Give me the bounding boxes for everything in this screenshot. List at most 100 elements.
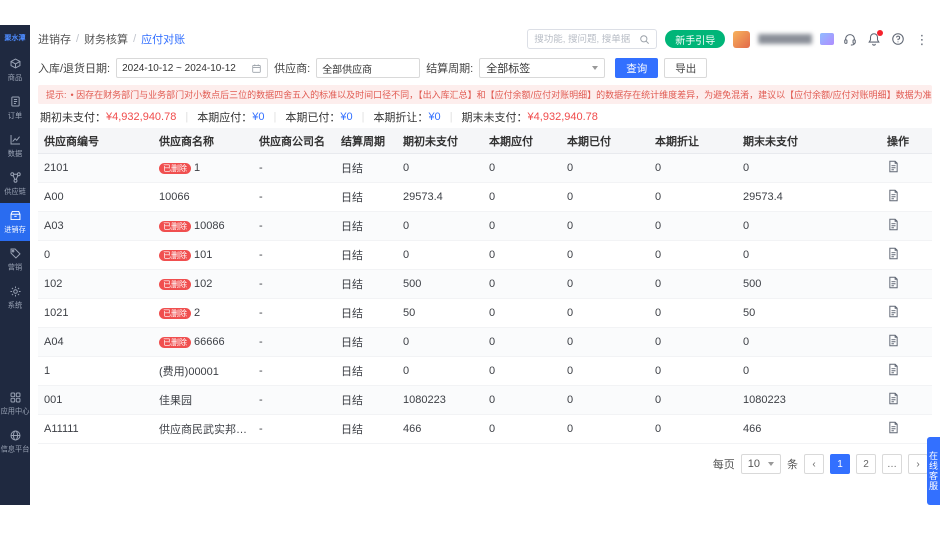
summary-separator: | [449,111,453,123]
headset-icon[interactable] [842,31,858,47]
sidebar-item-label: 应用中心 [0,407,30,416]
sidebar-item-marketing[interactable]: 营销 [0,241,30,279]
page-button-2[interactable]: 2 [856,454,876,474]
page-size-select[interactable]: 10 [740,454,781,474]
app-logo[interactable]: 聚水潭 [5,25,26,51]
search-icon[interactable] [639,34,650,45]
table-row: 1 (费用)00001 - 日结 0 0 0 0 0 [38,357,932,386]
main-content: 进销存 / 财务核算 / 应付对账 新手引导 ██████████ ⋮ [30,25,940,505]
summary-value: ¥4,932,940.78 [106,111,177,123]
suppliers-table: 供应商编号 供应商名称 供应商公司名 结算周期 期初未支付 本期应付 本期已付 本期折让 期末未… [38,128,932,444]
supplier-name-cell: 已删除 101 [153,249,253,262]
table-row: 0 已删除 101- 日结 0 0 0 0 0 [38,241,932,270]
summary-separator: | [361,111,365,123]
amount-cell: 0 [489,423,496,435]
amount-cell: 50 [403,307,416,319]
statement-icon[interactable] [887,363,900,376]
column-header-3[interactable]: 结算周期 [335,133,397,149]
sidebar-item-app-center[interactable]: 应用中心 [0,385,30,423]
column-header-6[interactable]: 本期已付 [561,133,649,149]
avatar[interactable] [733,30,751,48]
column-header-4[interactable]: 期初未支付 [397,133,483,149]
supplier-name-cell: 佳果园 [159,395,192,407]
cycle-cell: 日结 [341,395,363,407]
supplier-label: 供应商: [274,63,311,75]
sidebar-item-supply-chain[interactable]: 供应链 [0,165,30,203]
amount-cell: 0 [403,162,410,174]
help-icon[interactable] [890,31,906,47]
cycle-cell: 日结 [341,308,363,320]
column-header-9[interactable]: 操作 [881,133,932,149]
amount-cell: 0 [567,307,574,319]
global-search[interactable] [527,29,658,49]
sidebar-item-data[interactable]: 数据 [0,127,30,165]
sidebar-item-label: 进销存 [4,225,26,234]
supplier-name-cell: 已删除 1 [153,162,253,175]
sidebar-item-orders[interactable]: 订单 [0,89,30,127]
statement-icon[interactable] [887,189,900,202]
workspace-badge-icon [820,33,834,45]
supplier-filter[interactable] [316,58,421,78]
guide-button[interactable]: 新手引导 [665,30,726,48]
apps-icon [9,391,22,404]
column-header-2[interactable]: 供应商公司名 [253,133,335,149]
query-button[interactable]: 查询 [615,58,659,78]
breadcrumb-item[interactable]: 应付对账 [141,31,185,47]
column-header-7[interactable]: 本期折让 [649,133,737,149]
deleted-badge: 已删除 [159,220,191,233]
statement-icon[interactable] [887,421,900,434]
statement-icon[interactable] [887,218,900,231]
statement-icon[interactable] [887,305,900,318]
export-button[interactable]: 导出 [664,58,708,78]
prev-page-button[interactable]: ‹ [804,454,824,474]
statement-icon[interactable] [887,160,900,173]
breadcrumb-separator: / [76,33,80,45]
statement-icon[interactable] [887,276,900,289]
summary-item: 本期已付： ¥0 [285,109,352,125]
supplier-name-cell: (费用)00001 [159,366,219,378]
more-icon[interactable]: ⋮ [914,31,930,47]
column-header-5[interactable]: 本期应付 [483,133,561,149]
bell-icon[interactable] [866,30,883,47]
amount-cell: 50 [743,307,756,319]
sidebar-item-inventory[interactable]: 进销存 [0,203,30,241]
table-row: A03 已删除 10086- 日结 0 0 0 0 0 [38,212,932,241]
cycle-cell: 日结 [341,279,363,291]
amount-cell: 0 [489,249,496,261]
table-row: 001 佳果园 - 日结 1080223 0 0 0 1080223 [38,386,932,415]
breadcrumb-item[interactable]: 进销存 [38,31,71,47]
next-page-button[interactable]: › [908,454,928,474]
summary-label: 期末未支付： [461,112,528,124]
amount-cell: 0 [567,336,574,348]
date-range-picker[interactable] [116,58,269,78]
column-header-1[interactable]: 供应商名称 [153,133,253,149]
amount-cell: 466 [403,423,422,435]
page-button-1[interactable]: 1 [830,454,850,474]
amount-cell: 0 [655,191,662,203]
online-service-ribbon[interactable]: 在线客服 [927,437,940,505]
row-actions [881,363,932,379]
sidebar-item-goods[interactable]: 商品 [0,51,30,89]
breadcrumb-item[interactable]: 财务核算 [84,31,128,47]
supplier-company-cell: - [259,394,263,406]
column-header-0[interactable]: 供应商编号 [38,133,153,149]
statement-icon[interactable] [887,392,900,405]
more-pages-button[interactable]: … [882,454,902,474]
amount-cell: 1080223 [403,394,446,406]
date-range-input[interactable] [122,62,252,74]
sidebar-item-system[interactable]: 系统 [0,279,30,317]
supplier-code-cell: 1 [44,365,51,377]
sidebar-item-label: 系统 [7,301,23,310]
cycle-select[interactable]: 全部标签 [479,58,606,78]
column-header-8[interactable]: 期末未支付 [737,133,881,149]
supplier-code-cell: 102 [44,278,63,290]
tag-icon [9,247,22,260]
supplier-company-cell: - [259,220,263,232]
sidebar-item-info-platform[interactable]: 信息平台 [0,423,30,461]
statement-icon[interactable] [887,247,900,260]
summary-separator: | [273,111,277,123]
statement-icon[interactable] [887,334,900,347]
supplier-code-cell: 2101 [44,162,69,174]
global-search-input[interactable] [534,33,640,45]
supplier-input[interactable] [322,62,415,74]
